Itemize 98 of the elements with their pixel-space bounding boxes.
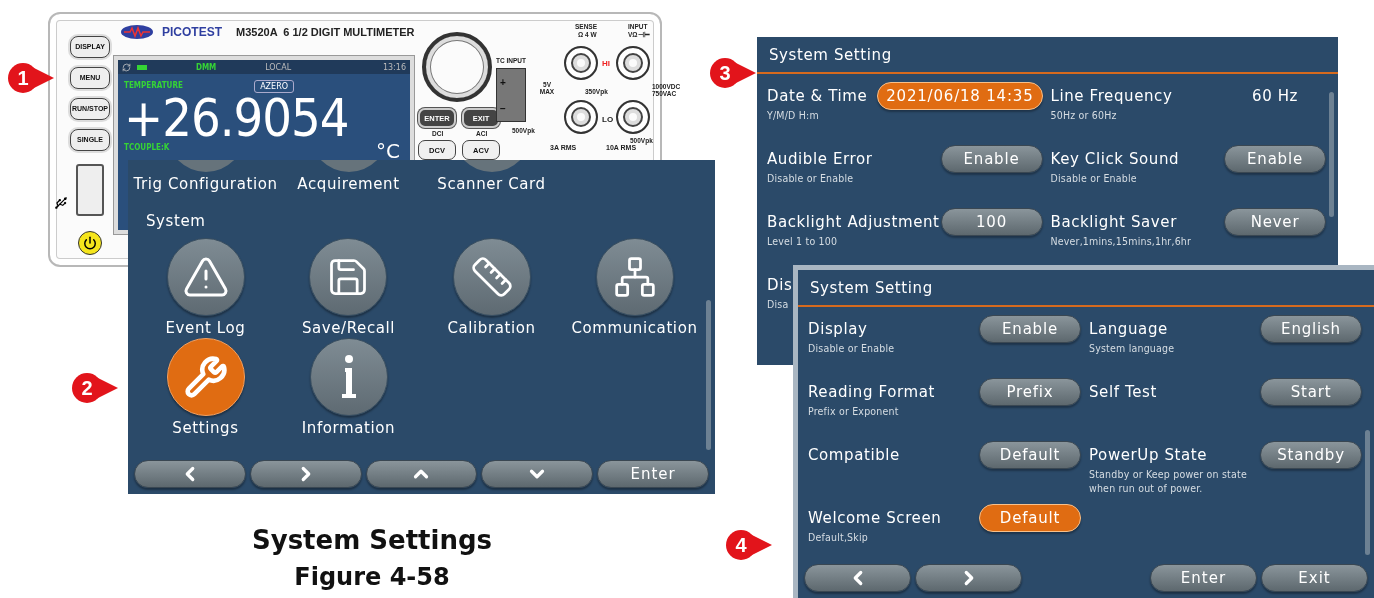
- sensor-label: TCOUPLE:K: [124, 143, 170, 152]
- setting-label: Reading Format: [808, 383, 935, 401]
- setting-value-button[interactable]: 100: [940, 208, 1043, 236]
- nav-button[interactable]: Enter: [597, 460, 709, 488]
- rotary-knob[interactable]: [422, 32, 492, 102]
- input-jack: [564, 46, 598, 80]
- menu-item-label: Event Log: [165, 318, 246, 338]
- unit-label: °C: [376, 140, 400, 162]
- setting-label: Backlight Adjustment: [767, 213, 940, 231]
- usb-icon: [54, 196, 68, 210]
- brand-logo: [120, 24, 154, 40]
- power-button[interactable]: [78, 231, 102, 255]
- setting-hint: Disable or Enable: [767, 171, 854, 185]
- setting-label: Compatible: [808, 446, 900, 464]
- scrollbar[interactable]: [706, 300, 711, 450]
- setting-hint: Default,Skip: [808, 530, 868, 544]
- menu-item-label: Settings: [172, 418, 239, 438]
- screen-title: System Setting: [757, 37, 1338, 74]
- pointer-arrow: [32, 67, 54, 89]
- setting-value-button[interactable]: 2021/06/18 14:35: [877, 82, 1043, 110]
- setting-hint: Prefix or Exponent: [808, 404, 899, 418]
- setting-hint: Level 1 to 100: [767, 234, 838, 248]
- setting-label: Self Test: [1089, 383, 1157, 401]
- input-jack: [616, 100, 650, 134]
- nav-button[interactable]: Exit: [1261, 564, 1368, 592]
- setting-hint: Y/M/D H:m: [767, 108, 819, 122]
- plus-sign: +: [500, 76, 506, 88]
- setting-value-button[interactable]: Enable: [979, 315, 1081, 343]
- menu-item-label: Calibration: [447, 318, 536, 338]
- screen-title: System Setting: [798, 270, 1374, 307]
- setting-value-button[interactable]: Never: [1224, 208, 1326, 236]
- section-heading: System: [145, 211, 207, 232]
- mode-indicator: DMM: [195, 62, 217, 72]
- setting-label: Welcome Screen: [808, 509, 942, 527]
- setting-label: Audible Error: [767, 150, 873, 168]
- figure-number: Figure 4-58: [294, 563, 450, 591]
- menu-item-label: Information: [301, 418, 396, 438]
- refresh-icon: [122, 62, 131, 72]
- nav-button[interactable]: [365, 460, 478, 488]
- setting-label: Date & Time: [767, 87, 868, 105]
- setting-label: Display: [808, 320, 868, 338]
- setting-value-button[interactable]: Standby: [1260, 441, 1362, 469]
- setting-hint: Disable or Enable: [1050, 171, 1137, 185]
- input-jack: [564, 100, 598, 134]
- pointer-arrow: [96, 377, 118, 399]
- clock-time: 13:16: [382, 62, 406, 72]
- function-label: TEMPERATURE: [124, 81, 183, 90]
- setting-label: Language: [1089, 320, 1168, 338]
- nav-button[interactable]: [915, 564, 1022, 592]
- brand-name: PICOTEST: [162, 25, 222, 39]
- battery-icon: [137, 64, 147, 70]
- setting-label: Line Frequency: [1050, 87, 1173, 105]
- menu-item-label: Save/Recall: [301, 318, 396, 338]
- azero-badge: AZERO: [254, 80, 294, 93]
- input-jack: [616, 46, 650, 80]
- setting-value: 60 Hz: [1251, 86, 1299, 107]
- setting-hint: Disa: [767, 297, 789, 311]
- menu-item-label: Communication: [571, 318, 698, 338]
- pointer-arrow: [734, 62, 756, 84]
- model-name: M3520A 6 1/2 DIGIT MULTIMETER: [236, 26, 415, 38]
- menu-item-label: Scanner Card: [437, 174, 546, 194]
- setting-hint: Never,1mins,15mins,1hr,6hr: [1050, 234, 1192, 248]
- setting-hint: 50Hz or 60Hz: [1050, 108, 1117, 122]
- scrollbar[interactable]: [1329, 92, 1334, 217]
- terminal-label: HI: [602, 60, 610, 68]
- tools-icon: [183, 355, 228, 399]
- info-icon: [340, 354, 357, 400]
- nav-button[interactable]: [134, 460, 246, 488]
- setting-value-button[interactable]: Start: [1260, 378, 1362, 406]
- pointer-arrow: [750, 534, 772, 556]
- setting-hint: Disable or Enable: [808, 341, 895, 355]
- nav-button[interactable]: Enter: [1150, 564, 1257, 592]
- terminal-label: LO: [602, 116, 614, 124]
- setting-hint: Standby or Keep power on state when run out of power.: [1089, 467, 1248, 495]
- setting-value-button[interactable]: Default: [979, 504, 1081, 532]
- setting-value-button[interactable]: Prefix: [979, 378, 1081, 406]
- scrollbar[interactable]: [1365, 430, 1370, 555]
- setting-value-button[interactable]: Default: [979, 441, 1081, 469]
- menu-item-label: Acquirement: [297, 174, 400, 194]
- nav-button[interactable]: [481, 460, 594, 488]
- setting-label: PowerUp State: [1089, 446, 1208, 464]
- measurement-reading: +26.9054: [124, 93, 350, 143]
- setting-label: Key Click Sound: [1050, 150, 1180, 168]
- setting-label: Backlight Saver: [1050, 213, 1177, 231]
- setting-value-button[interactable]: Enable: [940, 145, 1043, 173]
- setting-label: Dis: [767, 276, 793, 294]
- remote-status: LOCAL: [265, 62, 292, 72]
- setting-value-button[interactable]: English: [1260, 315, 1362, 343]
- menu-item-label: Trig Configuration: [133, 174, 278, 194]
- figure-title: System Settings: [251, 525, 493, 555]
- setting-value-button[interactable]: Enable: [1224, 145, 1326, 173]
- power-icon: [83, 236, 97, 250]
- nav-button[interactable]: [804, 564, 911, 592]
- minus-sign: −: [500, 102, 506, 114]
- usb-port: [76, 164, 104, 216]
- network-icon: [612, 255, 657, 299]
- nav-button[interactable]: [249, 460, 362, 488]
- setting-hint: System language: [1089, 341, 1175, 355]
